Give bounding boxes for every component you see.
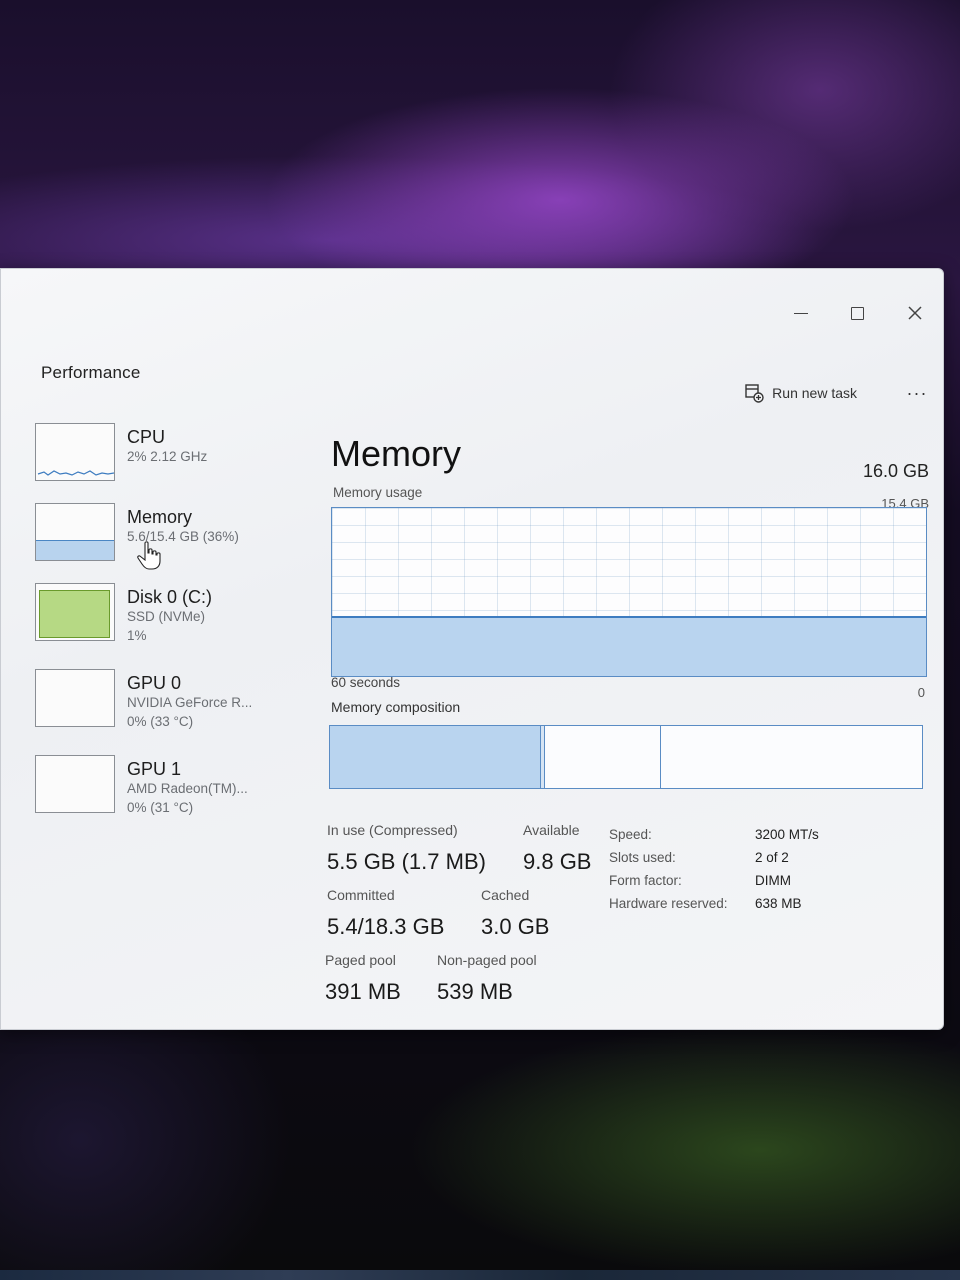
composition-standby[interactable]	[545, 726, 661, 788]
spec-value: 2 of 2	[755, 850, 789, 865]
spec-key: Speed:	[609, 827, 652, 842]
memory-specs: Speed: 3200 MT/s Slots used: 2 of 2 Form…	[609, 823, 939, 915]
stat-paged-pool: Paged pool 391 MB	[325, 951, 401, 1007]
maximize-icon	[851, 306, 864, 320]
resource-detail: 2% 2.12 GHz	[127, 449, 208, 464]
stat-value: 3.0 GB	[481, 914, 550, 939]
spec-key: Hardware reserved:	[609, 896, 728, 911]
resource-detail-2: 1%	[127, 628, 147, 643]
resource-detail-2: 0% (31 °C)	[127, 800, 194, 815]
spec-value: 3200 MT/s	[755, 827, 819, 842]
gpu1-thumbnail-graph	[35, 755, 115, 813]
resource-item-cpu[interactable]: CPU 2% 2.12 GHz	[35, 423, 305, 503]
spec-slots: Slots used: 2 of 2	[609, 846, 939, 869]
stat-label: Committed	[327, 887, 395, 903]
spec-hardware-reserved: Hardware reserved: 638 MB	[609, 892, 939, 915]
resource-name: GPU 0	[127, 673, 182, 693]
graph-min-value: 0	[917, 685, 925, 700]
stat-value: 5.5 GB (1.7 MB)	[327, 849, 486, 874]
cpu-text: CPU 2% 2.12 GHz	[127, 427, 207, 503]
maximize-button[interactable]	[829, 297, 886, 329]
memory-usage-fill	[332, 615, 926, 676]
resource-detail: AMD Radeon(TM)...	[127, 781, 248, 796]
stat-value: 539 MB	[437, 979, 513, 1004]
resource-name: Disk 0 (C:)	[127, 587, 212, 607]
disk-thumbnail-graph	[35, 583, 115, 641]
stat-label: Available	[523, 822, 580, 838]
cpu-sparkline	[37, 470, 114, 476]
run-task-icon	[745, 384, 764, 403]
stat-non-paged-pool: Non-paged pool 539 MB	[437, 951, 537, 1007]
gpu0-thumbnail-graph	[35, 669, 115, 727]
close-button[interactable]	[886, 297, 943, 329]
memory-thumbnail-graph	[35, 503, 115, 561]
resource-list: CPU 2% 2.12 GHz Memory 5.6/15.4 GB (36%)…	[35, 423, 305, 835]
stat-cached: Cached 3.0 GB	[481, 886, 549, 942]
stat-value: 9.8 GB	[523, 849, 592, 874]
stat-label: Cached	[481, 887, 530, 903]
spec-speed: Speed: 3200 MT/s	[609, 823, 939, 846]
gpu1-text: GPU 1 AMD Radeon(TM)... 0% (31 °C)	[127, 759, 248, 835]
resource-detail-2: 0% (33 °C)	[127, 714, 194, 729]
toolbar: Run new task ···	[738, 379, 943, 407]
disk-text: Disk 0 (C:) SSD (NVMe) 1%	[127, 587, 212, 663]
memory-usage-graph	[331, 507, 927, 677]
window-controls	[772, 297, 943, 329]
cpu-thumbnail-graph	[35, 423, 115, 481]
resource-name: CPU	[127, 427, 166, 447]
spec-form-factor: Form factor: DIMM	[609, 869, 939, 892]
stat-in-use: In use (Compressed) 5.5 GB (1.7 MB)	[327, 821, 486, 877]
disk-thumbnail-fill	[39, 590, 110, 638]
run-new-task-label: Run new task	[772, 385, 857, 401]
memory-composition-bar	[329, 725, 923, 789]
page-title: Performance	[41, 363, 141, 382]
resource-detail: SSD (NVMe)	[127, 609, 206, 624]
stat-available: Available 9.8 GB	[523, 821, 591, 877]
resource-item-gpu0[interactable]: GPU 0 NVIDIA GeForce R... 0% (33 °C)	[35, 669, 305, 749]
stat-committed: Committed 5.4/18.3 GB	[327, 886, 444, 942]
memory-total: 16.0 GB	[862, 461, 929, 481]
stat-value: 391 MB	[325, 979, 401, 1004]
memory-thumbnail-fill	[36, 539, 114, 560]
resource-item-gpu1[interactable]: GPU 1 AMD Radeon(TM)... 0% (31 °C)	[35, 755, 305, 835]
spec-value: 638 MB	[755, 896, 802, 911]
spec-key: Slots used:	[609, 850, 676, 865]
spec-value: DIMM	[755, 873, 791, 888]
composition-free[interactable]	[661, 726, 922, 788]
composition-in-use[interactable]	[330, 726, 542, 788]
minimize-button[interactable]	[772, 297, 829, 329]
stat-label: Paged pool	[325, 952, 396, 968]
stat-value: 5.4/18.3 GB	[327, 914, 445, 939]
run-new-task-button[interactable]: Run new task	[738, 379, 863, 407]
stat-label: Non-paged pool	[437, 952, 537, 968]
stat-label: In use (Compressed)	[327, 822, 458, 838]
resource-detail: NVIDIA GeForce R...	[127, 695, 253, 710]
memory-composition-label: Memory composition	[331, 699, 461, 715]
graph-time-span: 60 seconds	[331, 675, 401, 690]
task-manager-window: Performance Run new task ··· CPU 2% 2.12…	[0, 268, 944, 1030]
hand-cursor-icon	[137, 541, 161, 570]
resource-item-disk0[interactable]: Disk 0 (C:) SSD (NVMe) 1%	[35, 583, 305, 663]
gpu0-text: GPU 0 NVIDIA GeForce R... 0% (33 °C)	[127, 673, 252, 749]
memory-title: Memory	[331, 433, 462, 474]
taskbar	[0, 1270, 960, 1280]
minimize-icon	[793, 312, 808, 314]
close-icon	[907, 306, 922, 320]
resource-name: GPU 1	[127, 759, 182, 779]
more-options-button[interactable]: ···	[897, 379, 937, 407]
spec-key: Form factor:	[609, 873, 682, 888]
memory-usage-label: Memory usage	[333, 485, 423, 500]
resource-item-memory[interactable]: Memory 5.6/15.4 GB (36%)	[35, 503, 305, 583]
resource-name: Memory	[127, 507, 193, 527]
